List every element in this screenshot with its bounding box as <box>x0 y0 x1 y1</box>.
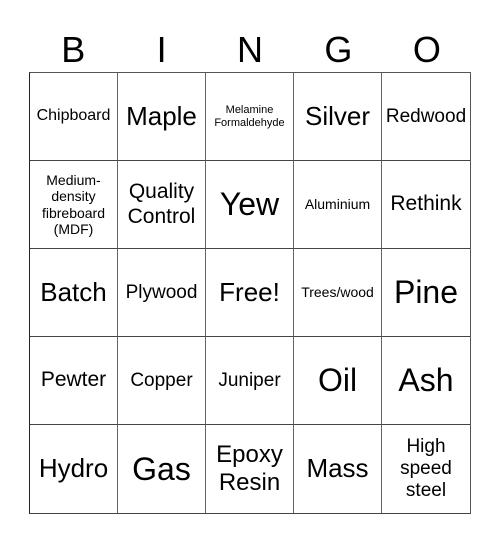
bingo-cell-label: Redwood <box>385 105 467 127</box>
bingo-cell[interactable]: Pewter <box>30 337 118 425</box>
bingo-cell[interactable]: Rethink <box>382 161 470 249</box>
bingo-cell[interactable]: High speed steel <box>382 425 470 513</box>
bingo-header: B I N G O <box>29 28 471 72</box>
bingo-cell-label: Ash <box>398 362 454 399</box>
bingo-cell-label: Juniper <box>218 369 281 391</box>
bingo-cell[interactable]: Yew <box>206 161 294 249</box>
bingo-cell-label: Maple <box>126 100 197 131</box>
bingo-cell-label: Oil <box>317 362 358 399</box>
bingo-cell-label: Medium-density fibreboard (MDF) <box>41 172 106 237</box>
bingo-cell-label: Quality Control <box>127 180 196 228</box>
bingo-cell[interactable]: Plywood <box>118 249 206 337</box>
bingo-cell-label: Gas <box>132 450 191 487</box>
bingo-cell-label: Rethink <box>390 192 462 216</box>
bingo-cell[interactable]: Ash <box>382 337 470 425</box>
header-letter-i: I <box>156 29 167 70</box>
bingo-cell-label: Batch <box>40 276 107 307</box>
header-letter-n: N <box>237 29 264 70</box>
bingo-cell-label: Copper <box>130 369 193 391</box>
header-letter-o: O <box>412 29 441 70</box>
bingo-cell-label: Plywood <box>125 281 198 303</box>
bingo-cell[interactable]: Juniper <box>206 337 294 425</box>
bingo-cell[interactable]: Oil <box>294 337 382 425</box>
bingo-cell-label: Pine <box>393 274 459 311</box>
bingo-cell-label: Mass <box>306 453 369 484</box>
bingo-cell-label: Trees/wood <box>301 284 374 301</box>
bingo-cell[interactable]: Melamine Formaldehyde <box>206 73 294 161</box>
bingo-cell[interactable]: Medium-density fibreboard (MDF) <box>30 161 118 249</box>
bingo-cell[interactable]: Free! <box>206 249 294 337</box>
bingo-cell-label: Silver <box>304 100 370 131</box>
bingo-cell[interactable]: Aluminium <box>294 161 382 249</box>
bingo-cell-label: Hydro <box>38 453 109 484</box>
bingo-cell[interactable]: Copper <box>118 337 206 425</box>
bingo-cell-label: Chipboard <box>36 107 111 125</box>
bingo-cell-label: Aluminium <box>304 196 371 213</box>
header-letter-g: G <box>324 29 353 70</box>
bingo-cell-label: Free! <box>219 276 280 307</box>
bingo-cell[interactable]: Redwood <box>382 73 470 161</box>
bingo-cell[interactable]: Chipboard <box>30 73 118 161</box>
bingo-cell[interactable]: Pine <box>382 249 470 337</box>
bingo-grid: Chipboard Maple Melamine Formaldehyde Silve… <box>29 72 471 514</box>
bingo-cell[interactable]: Gas <box>118 425 206 513</box>
bingo-cell[interactable]: Trees/wood <box>294 249 382 337</box>
bingo-cell[interactable]: Batch <box>30 249 118 337</box>
header-letter-b: B <box>61 29 86 70</box>
bingo-cell-label: Melamine Formaldehyde <box>214 103 285 129</box>
bingo-cell[interactable]: Mass <box>294 425 382 513</box>
bingo-cell[interactable]: Epoxy Resin <box>206 425 294 513</box>
bingo-cell-label: Pewter <box>40 368 107 392</box>
bingo-cell[interactable]: Maple <box>118 73 206 161</box>
bingo-cell[interactable]: Quality Control <box>118 161 206 249</box>
bingo-cell-label: High speed steel <box>400 436 452 501</box>
bingo-cell-label: Yew <box>219 186 280 223</box>
bingo-cell-label: Epoxy Resin <box>216 441 283 496</box>
bingo-cell[interactable]: Hydro <box>30 425 118 513</box>
bingo-cell[interactable]: Silver <box>294 73 382 161</box>
